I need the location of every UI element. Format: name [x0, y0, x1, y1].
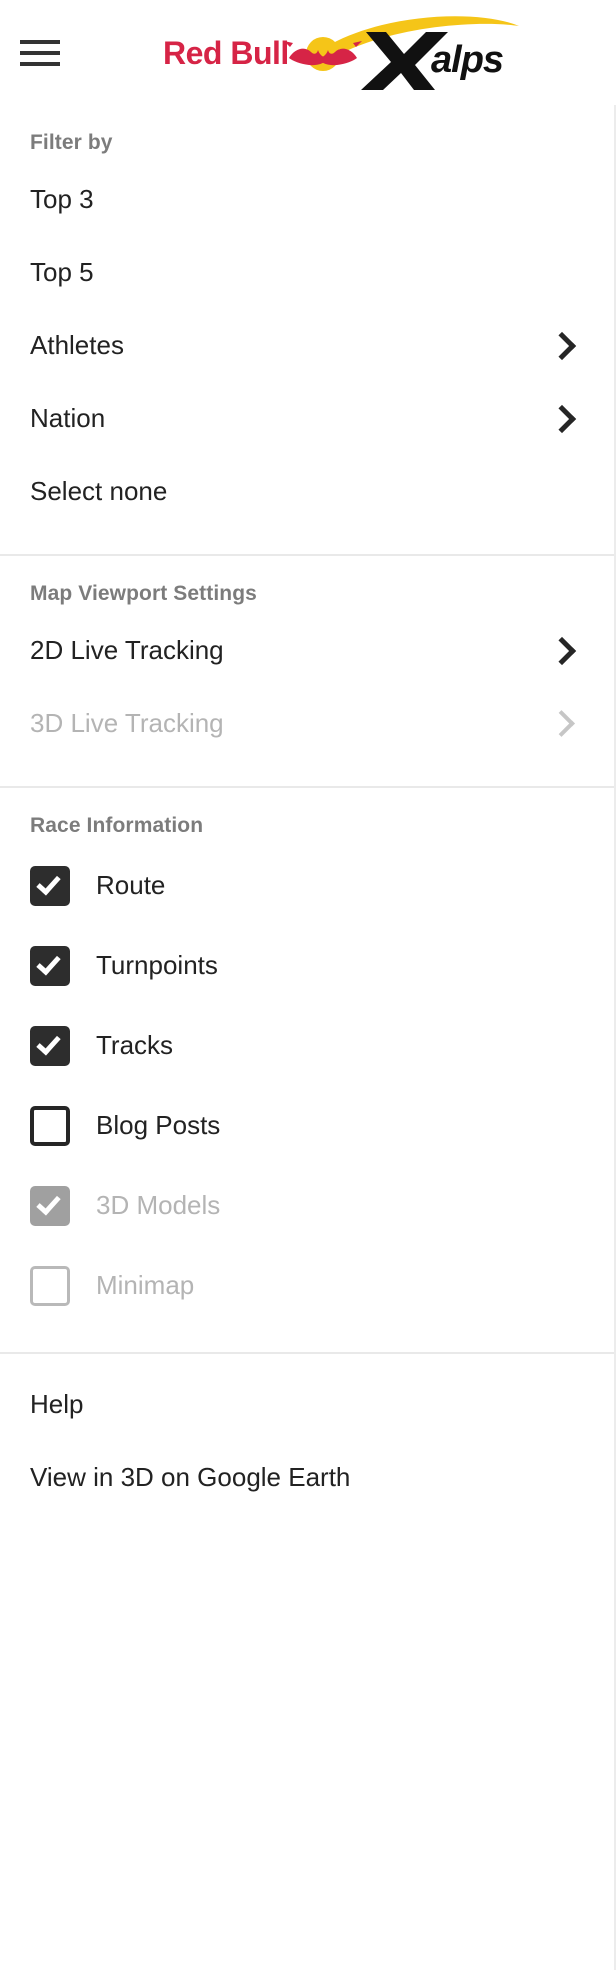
race-info-item-label: Blog Posts [96, 1110, 221, 1141]
menu-body: Filter by Top 3 Top 5 Athletes Nation Se… [0, 105, 616, 1970]
chevron-right-icon [550, 329, 572, 363]
check-icon [36, 870, 61, 896]
race-info-item-label: Minimap [96, 1270, 195, 1301]
footer-item-help[interactable]: Help [0, 1368, 614, 1441]
footer-item-view-in-3d-on-google-earth[interactable]: View in 3D on Google Earth [0, 1441, 614, 1514]
footer-item-label: View in 3D on Google Earth [30, 1461, 351, 1492]
race-info-item-3d-models: 3D Models [0, 1166, 614, 1246]
filter-item-label: Athletes [30, 329, 124, 360]
race-info-item-blog-posts[interactable]: Blog Posts [0, 1086, 614, 1166]
section-map-viewport-settings: Map Viewport Settings 2D Live Tracking 3… [0, 556, 614, 788]
chevron-right-icon [550, 707, 572, 741]
filter-item-select-none[interactable]: Select none [0, 455, 614, 528]
race-info-item-route[interactable]: Route [0, 846, 614, 926]
race-info-item-label: 3D Models [96, 1190, 221, 1221]
race-info-item-label: Route [96, 870, 166, 901]
hamburger-bar [20, 39, 60, 44]
viewport-item-label: 3D Live Tracking [30, 707, 224, 738]
checkbox-minimap [30, 1266, 70, 1306]
viewport-item-label: 2D Live Tracking [30, 634, 224, 665]
race-info-item-turnpoints[interactable]: Turnpoints [0, 926, 614, 1006]
section-title-filter-by: Filter by [30, 131, 113, 154]
section-title-race-information: Race Information [30, 814, 204, 837]
race-info-item-label: Tracks [96, 1030, 174, 1061]
filter-item-label: Top 3 [30, 183, 94, 214]
race-info-item-minimap: Minimap [0, 1246, 614, 1326]
checkbox-turnpoints[interactable] [30, 946, 70, 986]
checkbox-route[interactable] [30, 866, 70, 906]
section-title-map-viewport-settings: Map Viewport Settings [30, 582, 257, 605]
checkbox-blog-posts[interactable] [30, 1106, 70, 1146]
viewport-item-2d-live-tracking[interactable]: 2D Live Tracking [0, 614, 614, 687]
filter-item-label: Nation [30, 402, 106, 433]
filter-item-nation[interactable]: Nation [0, 382, 614, 455]
redbull-xalps-logo-graphic: Red Bull alps [163, 15, 519, 90]
section-race-information: Race Information Route Turnpoints Tracks [0, 788, 614, 1354]
check-icon [36, 1190, 61, 1216]
app-header: Red Bull alps [0, 0, 616, 105]
check-icon [36, 950, 61, 976]
svg-text:Red Bull: Red Bull [163, 35, 289, 71]
chevron-right-icon [550, 402, 572, 436]
side-menu-panel: Red Bull alps Filter by Top 3 Top 5 Athl… [0, 0, 616, 1970]
checkbox-3d-models [30, 1186, 70, 1226]
race-info-item-tracks[interactable]: Tracks [0, 1006, 614, 1086]
hamburger-bar [20, 61, 60, 66]
filter-item-label: Select none [30, 475, 168, 506]
filter-item-label: Top 5 [30, 256, 94, 287]
svg-text:alps: alps [431, 39, 503, 81]
filter-item-athletes[interactable]: Athletes [0, 309, 614, 382]
filter-item-top-5[interactable]: Top 5 [0, 236, 614, 309]
check-icon [36, 1030, 61, 1056]
filter-item-top-3[interactable]: Top 3 [0, 163, 614, 236]
chevron-right-icon [550, 634, 572, 668]
viewport-item-3d-live-tracking: 3D Live Tracking [0, 687, 614, 760]
section-filter-by: Filter by Top 3 Top 5 Athletes Nation Se… [0, 105, 614, 556]
redbull-xalps-logo[interactable]: Red Bull alps [82, 14, 616, 92]
footer-item-label: Help [30, 1388, 84, 1419]
section-footer-links: Help View in 3D on Google Earth [0, 1354, 614, 1514]
hamburger-menu-icon[interactable] [20, 36, 64, 70]
race-info-item-label: Turnpoints [96, 950, 218, 981]
checkbox-tracks[interactable] [30, 1026, 70, 1066]
hamburger-bar [20, 50, 60, 55]
